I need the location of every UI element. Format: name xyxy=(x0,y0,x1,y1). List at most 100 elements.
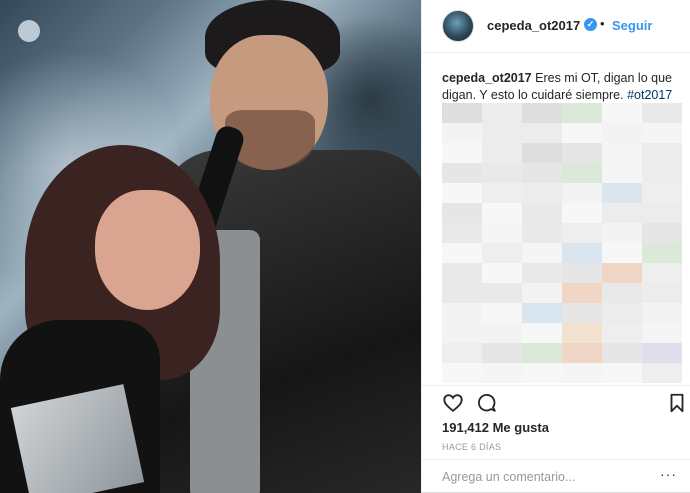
pixel-block xyxy=(522,103,562,123)
pixel-block xyxy=(602,363,642,383)
pixel-block xyxy=(602,203,642,223)
pixel-block xyxy=(642,123,682,143)
pixel-block xyxy=(522,283,562,303)
bokeh-light xyxy=(18,20,40,42)
pixel-block xyxy=(602,303,642,323)
pixel-block xyxy=(602,103,642,123)
pixel-block xyxy=(442,103,482,123)
pixel-block xyxy=(642,183,682,203)
pixel-block xyxy=(602,143,642,163)
bookmark-icon[interactable] xyxy=(666,392,688,414)
pixel-block xyxy=(562,143,602,163)
pixel-block xyxy=(482,263,522,283)
pixel-block xyxy=(642,343,682,363)
pixel-block xyxy=(642,243,682,263)
pixel-block xyxy=(442,183,482,203)
pixel-block xyxy=(602,283,642,303)
pixel-block xyxy=(522,243,562,263)
pixel-block xyxy=(562,123,602,143)
pixel-block xyxy=(562,223,602,243)
pixel-block xyxy=(562,323,602,343)
pixel-block xyxy=(642,223,682,243)
pixel-block xyxy=(522,263,562,283)
pixel-block xyxy=(482,283,522,303)
pixel-block xyxy=(522,163,562,183)
pixel-block xyxy=(442,323,482,343)
follow-button[interactable]: Seguir xyxy=(612,18,652,33)
pixel-block xyxy=(442,223,482,243)
more-options-icon[interactable]: ··· xyxy=(660,466,677,482)
heart-icon[interactable] xyxy=(442,392,464,414)
pixel-block xyxy=(562,343,602,363)
pixel-block xyxy=(482,223,522,243)
woman-face xyxy=(95,190,200,310)
pixel-block xyxy=(442,123,482,143)
pixel-block xyxy=(562,243,602,263)
post-header: cepeda_ot2017 ✓ • Seguir xyxy=(422,0,690,53)
pixel-block xyxy=(442,303,482,323)
comment-input[interactable] xyxy=(442,468,642,486)
pixel-block xyxy=(602,243,642,263)
pixel-block xyxy=(522,363,562,383)
pixel-block xyxy=(642,263,682,283)
pixel-block xyxy=(442,263,482,283)
pixel-block xyxy=(642,303,682,323)
pixel-block xyxy=(482,183,522,203)
post-sidebar: cepeda_ot2017 ✓ • Seguir cepeda_ot2017 E… xyxy=(421,0,690,492)
pixel-block xyxy=(602,323,642,343)
pixel-block xyxy=(522,323,562,343)
pixel-block xyxy=(562,183,602,203)
pixel-block xyxy=(522,183,562,203)
pixel-block xyxy=(602,343,642,363)
pixel-block xyxy=(562,263,602,283)
pixel-block xyxy=(602,223,642,243)
pixel-block xyxy=(562,203,602,223)
pixel-block xyxy=(642,163,682,183)
pixel-block xyxy=(642,203,682,223)
pixel-block xyxy=(482,203,522,223)
separator-dot: • xyxy=(600,16,605,31)
post-timestamp: HACE 6 DÍAS xyxy=(442,442,502,452)
post-photo[interactable] xyxy=(0,0,421,493)
pixel-block xyxy=(562,283,602,303)
post-caption: cepeda_ot2017 Eres mi OT, digan lo que d… xyxy=(442,70,677,104)
like-count[interactable]: 191,412 Me gusta xyxy=(442,420,549,435)
comment-box: ··· xyxy=(422,459,690,493)
pixel-block xyxy=(442,243,482,263)
caption-username[interactable]: cepeda_ot2017 xyxy=(442,71,532,85)
action-bar xyxy=(422,385,690,420)
pixel-block xyxy=(562,103,602,123)
pixel-block xyxy=(442,143,482,163)
username-link[interactable]: cepeda_ot2017 xyxy=(487,18,580,33)
pixel-block xyxy=(642,283,682,303)
pixel-block xyxy=(562,363,602,383)
pixel-block xyxy=(602,263,642,283)
pixel-block xyxy=(602,123,642,143)
pixel-block xyxy=(442,343,482,363)
pixel-block xyxy=(522,303,562,323)
pixel-block xyxy=(602,163,642,183)
pixel-block xyxy=(602,183,642,203)
pixel-block xyxy=(522,123,562,143)
comment-icon[interactable] xyxy=(476,392,498,414)
pixel-block xyxy=(642,363,682,383)
pixel-block xyxy=(522,223,562,243)
pixel-block xyxy=(482,103,522,123)
pixel-block xyxy=(642,323,682,343)
pixel-block xyxy=(442,283,482,303)
pixel-block xyxy=(482,243,522,263)
pixel-block xyxy=(442,203,482,223)
pixel-block xyxy=(482,323,522,343)
hashtag-link[interactable]: #ot2017 xyxy=(627,88,672,102)
avatar[interactable] xyxy=(442,10,474,42)
pixel-block xyxy=(482,143,522,163)
pixel-block xyxy=(442,163,482,183)
pixel-block xyxy=(442,363,482,383)
pixel-block xyxy=(562,303,602,323)
pixel-block xyxy=(522,143,562,163)
pixel-block xyxy=(482,303,522,323)
pixel-block xyxy=(522,203,562,223)
pixel-block xyxy=(522,343,562,363)
pixel-block xyxy=(642,103,682,123)
pixel-block xyxy=(642,143,682,163)
